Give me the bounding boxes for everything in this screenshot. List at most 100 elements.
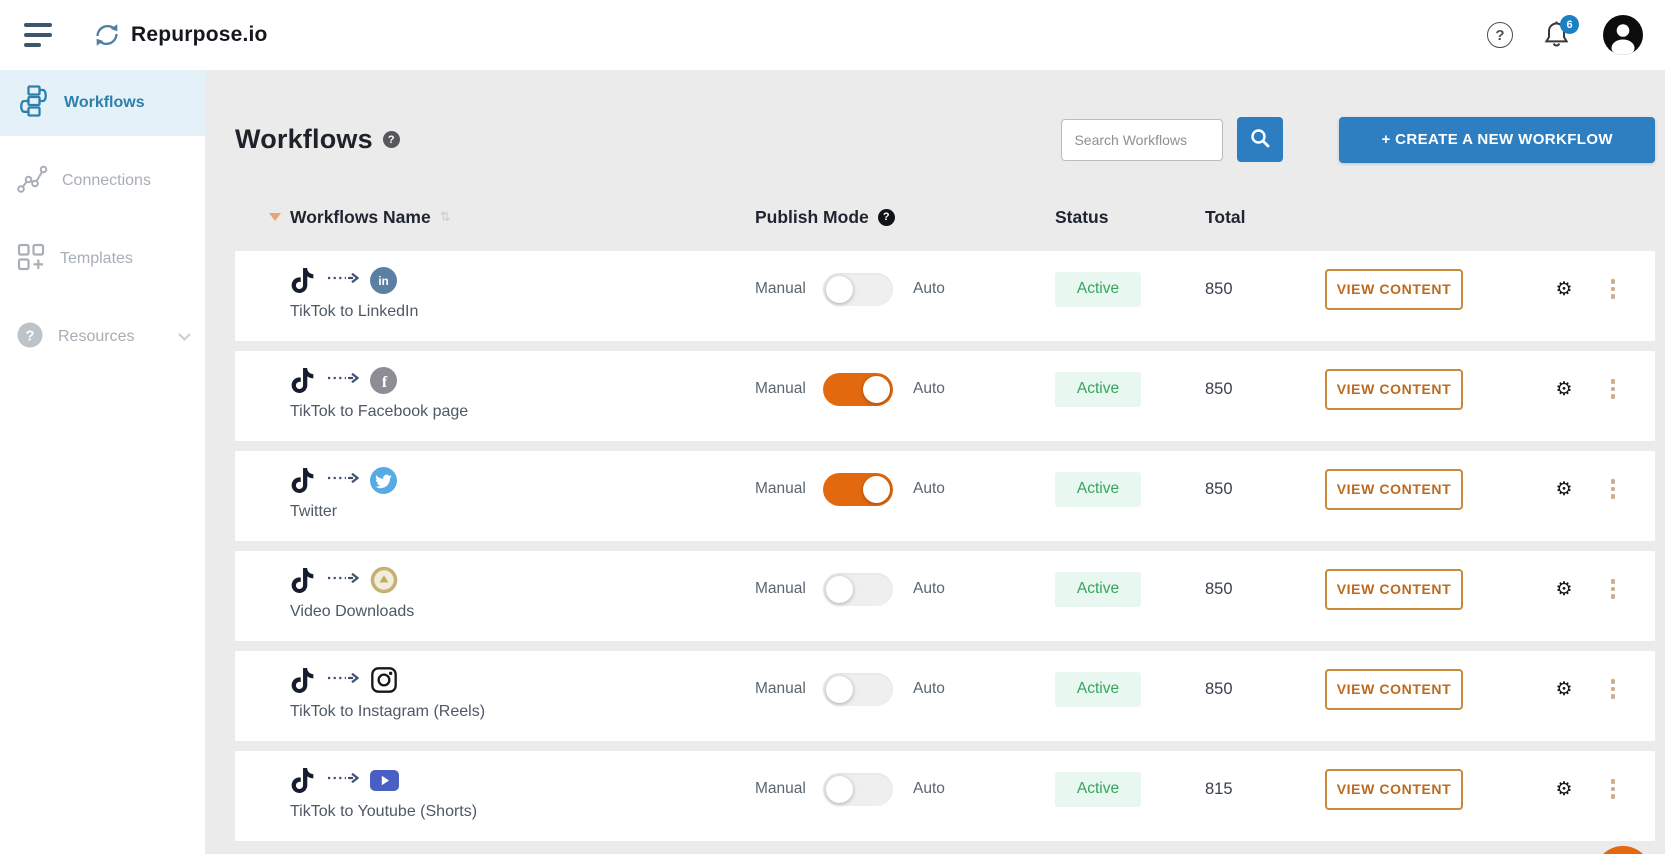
settings-gear-icon[interactable]: ⚙︎ <box>1555 279 1572 300</box>
kebab-menu-icon[interactable] <box>1603 579 1623 599</box>
publish-mode-toggle[interactable] <box>823 572 893 606</box>
view-content-button[interactable]: VIEW CONTENT <box>1325 668 1463 710</box>
publish-mode-toggle[interactable] <box>823 672 893 706</box>
brand[interactable]: Repurpose.io <box>92 20 268 50</box>
search-input[interactable] <box>1061 118 1224 161</box>
workflow-name: Twitter <box>290 503 338 520</box>
flow-arrow-icon <box>326 471 360 489</box>
status-badge: Active <box>1055 371 1141 407</box>
settings-gear-icon[interactable]: ⚙︎ <box>1555 479 1572 500</box>
settings-gear-icon[interactable]: ⚙︎ <box>1555 779 1572 800</box>
kebab-menu-icon[interactable] <box>1603 779 1623 799</box>
tiktok-icon <box>290 267 315 294</box>
notification-count-badge: 6 <box>1560 15 1579 34</box>
kebab-menu-icon[interactable] <box>1603 679 1623 699</box>
workflows-icon <box>16 84 50 122</box>
settings-gear-icon[interactable]: ⚙︎ <box>1555 579 1572 600</box>
column-total: Total <box>1205 206 1246 227</box>
sidebar-item-label: Resources <box>58 328 135 345</box>
instagram-icon <box>370 666 398 694</box>
page-title-text: Workflows <box>235 124 373 154</box>
sidebar-item-templates[interactable]: Templates <box>0 226 205 292</box>
twitter-icon <box>370 466 397 494</box>
manual-label: Manual <box>755 680 806 697</box>
publish-mode-toggle[interactable] <box>823 372 893 406</box>
publish-mode-help-glyph: ? <box>882 211 890 223</box>
manual-label: Manual <box>755 780 806 797</box>
view-content-button[interactable]: VIEW CONTENT <box>1325 368 1463 410</box>
workflow-name: Video Downloads <box>290 603 415 620</box>
toggle-knob <box>826 675 853 703</box>
table-header: Workflows Name ⇅ Publish Mode ? Status T… <box>235 197 1655 237</box>
table-row: in TikTok to LinkedIn Manual Auto Active… <box>235 251 1655 341</box>
connections-icon <box>16 164 48 199</box>
manual-label: Manual <box>755 380 806 397</box>
publish-mode-toggle[interactable] <box>823 772 893 806</box>
title-help-icon[interactable]: ? <box>382 131 400 148</box>
total-count: 815 <box>1205 779 1233 798</box>
view-content-button[interactable]: VIEW CONTENT <box>1325 468 1463 510</box>
view-content-button[interactable]: VIEW CONTENT <box>1325 268 1463 310</box>
column-status: Status <box>1055 206 1109 227</box>
flow-arrow-icon <box>326 271 360 289</box>
publish-mode-toggle[interactable] <box>823 272 893 306</box>
auto-label: Auto <box>913 380 945 397</box>
avatar[interactable] <box>1603 15 1643 55</box>
auto-label: Auto <box>913 280 945 297</box>
table-row: f TikTok to Facebook page Manual Auto Ac… <box>235 351 1655 441</box>
column-publish-mode: Publish Mode <box>755 206 869 227</box>
toggle-knob <box>826 275 853 303</box>
publish-mode-toggle[interactable] <box>823 472 893 506</box>
status-badge: Active <box>1055 271 1141 307</box>
svg-text:?: ? <box>25 327 34 344</box>
kebab-menu-icon[interactable] <box>1603 279 1623 299</box>
tiktok-icon <box>290 667 315 694</box>
settings-gear-icon[interactable]: ⚙︎ <box>1555 379 1572 400</box>
help-icon[interactable]: ? <box>1487 22 1513 48</box>
sidebar-item-connections[interactable]: Connections <box>0 148 205 214</box>
toggle-knob <box>826 775 853 803</box>
page-title: Workflows ? <box>235 124 400 155</box>
sort-toggle-icon[interactable]: ⇅ <box>440 209 451 225</box>
workflow-name: TikTok to Instagram (Reels) <box>290 703 486 720</box>
flow-arrow-icon <box>326 671 360 689</box>
kebab-menu-icon[interactable] <box>1603 379 1623 399</box>
sidebar: Workflows Connections Templates ? Resour… <box>0 70 205 854</box>
sidebar-item-label: Templates <box>60 250 133 267</box>
publish-mode-help-icon[interactable]: ? <box>877 208 895 226</box>
youtube-icon <box>370 769 399 791</box>
workflow-list: in TikTok to LinkedIn Manual Auto Active… <box>235 251 1655 841</box>
auto-label: Auto <box>913 580 945 597</box>
auto-label: Auto <box>913 480 945 497</box>
flow-arrow-icon <box>326 371 360 389</box>
tiktok-icon <box>290 367 315 394</box>
total-count: 850 <box>1205 579 1233 598</box>
total-count: 850 <box>1205 279 1233 298</box>
auto-label: Auto <box>913 680 945 697</box>
top-bar: Repurpose.io ? 6 <box>0 0 1665 70</box>
flow-arrow-icon <box>326 771 360 789</box>
flow-arrow-icon <box>326 571 360 589</box>
svg-text:in: in <box>378 276 388 288</box>
status-badge: Active <box>1055 771 1141 807</box>
notification-bell-icon[interactable]: 6 <box>1543 15 1579 51</box>
manual-label: Manual <box>755 280 806 297</box>
settings-gear-icon[interactable]: ⚙︎ <box>1555 679 1572 700</box>
linkedin-icon: in <box>370 266 397 294</box>
hamburger-menu-icon[interactable] <box>24 23 58 47</box>
chevron-down-icon <box>178 328 191 346</box>
sidebar-item-label: Workflows <box>64 94 145 111</box>
sidebar-item-resources[interactable]: ? Resources <box>0 304 205 370</box>
view-content-button[interactable]: VIEW CONTENT <box>1325 568 1463 610</box>
sort-direction-icon[interactable] <box>269 213 281 221</box>
tiktok-icon <box>290 467 315 494</box>
facebook-icon: f <box>370 366 397 394</box>
view-content-button[interactable]: VIEW CONTENT <box>1325 768 1463 810</box>
sidebar-item-workflows[interactable]: Workflows <box>0 70 205 136</box>
kebab-menu-icon[interactable] <box>1603 479 1623 499</box>
workflow-name: TikTok to Facebook page <box>290 403 469 420</box>
status-badge: Active <box>1055 571 1141 607</box>
search-button[interactable] <box>1237 117 1284 162</box>
drive-icon <box>370 566 398 594</box>
create-workflow-button[interactable]: + CREATE A NEW WORKFLOW <box>1339 116 1655 163</box>
